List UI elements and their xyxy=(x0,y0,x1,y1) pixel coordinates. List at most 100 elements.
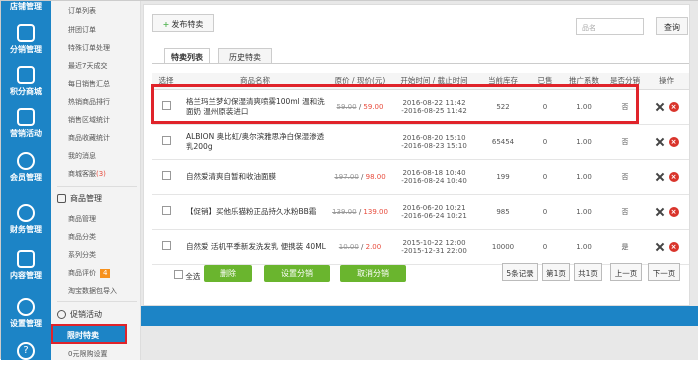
sub-nav: 订单列表 拼团订单 特殊订单处理 最近7天成交 每日销售汇总 热销商品排行 销售… xyxy=(51,1,141,360)
stock-cell: 985 xyxy=(478,194,528,230)
main-area: + 发布特卖 品名 查询 特卖列表 历史特卖 选择 商品名称 原价 / 现价(元)… xyxy=(141,1,698,360)
sold-cell: 0 xyxy=(528,229,562,265)
nav-help[interactable]: ? xyxy=(1,339,51,377)
factor-cell: 1.00 xyxy=(562,194,606,230)
edit-icon[interactable] xyxy=(655,172,665,182)
start-time: 2016-08-18 10:40 xyxy=(402,168,466,177)
current-price: 139.00 xyxy=(363,207,388,216)
end-time: -2016-08-23 15:10 xyxy=(401,141,467,150)
nav-finance[interactable]: 财务管理 xyxy=(1,201,51,239)
price-cell: 197.00 / 98.00 xyxy=(330,159,390,195)
edit-icon[interactable] xyxy=(655,137,665,147)
nav-label: 设置管理 xyxy=(10,319,42,328)
select-all[interactable]: 全选 xyxy=(174,270,200,282)
row-checkbox[interactable] xyxy=(161,171,171,180)
table-row: 自然爱 活机平季新发洗发乳 便携装 40ML 10.00 / 2.00 2015… xyxy=(152,229,689,265)
subnav-item-shop-service[interactable]: 商城客服(3) xyxy=(68,169,106,179)
subnav-item[interactable]: 每日销售汇总 xyxy=(68,79,110,89)
nav-label: 会员管理 xyxy=(10,173,42,182)
subnav-item[interactable]: 特殊订单处理 xyxy=(68,43,110,53)
time-cell: 2015-10-22 12:00 -2015-12-31 22:00 xyxy=(390,229,478,265)
group-title: 促销活动 xyxy=(70,310,102,319)
actions-cell: × xyxy=(644,159,689,195)
subnav-item[interactable]: 商品收藏统计 xyxy=(68,133,110,143)
subnav-item[interactable]: 销售区域统计 xyxy=(68,115,110,125)
group-promotion[interactable]: 促销活动 xyxy=(57,309,102,320)
subnav-item-flash-sale-active[interactable]: 限时特卖 xyxy=(51,324,127,344)
distribution-cell: 否 xyxy=(606,124,644,160)
edit-icon[interactable] xyxy=(655,242,665,252)
search-input[interactable]: 品名 xyxy=(576,18,644,35)
nav-content[interactable]: 内容管理 xyxy=(1,247,51,285)
time-cell: 2016-08-20 15:10 -2016-08-23 15:10 xyxy=(390,124,478,160)
set-distribution-button[interactable]: 设置分销 xyxy=(264,265,330,282)
group-goods-manage[interactable]: 商品管理 xyxy=(57,193,102,204)
tab-sale-history[interactable]: 历史特卖 xyxy=(218,48,272,64)
page-first-button[interactable]: 第1页 xyxy=(542,263,570,281)
start-time: 2015-10-22 12:00 xyxy=(402,238,466,247)
stock-cell: 10000 xyxy=(478,229,528,265)
subnav-item[interactable]: 系列分类 xyxy=(68,250,96,260)
nav-label: 财务管理 xyxy=(10,225,42,234)
end-time: -2015-12-31 22:00 xyxy=(401,246,467,255)
select-all-checkbox[interactable] xyxy=(174,270,183,279)
actions-cell: × xyxy=(644,124,689,160)
subnav-item[interactable]: 订单列表 xyxy=(68,6,96,16)
actions-cell: × xyxy=(644,229,689,265)
nav-members[interactable]: 会员管理 xyxy=(1,149,51,187)
subnav-item[interactable]: 淘宝数据包导入 xyxy=(68,286,117,296)
subnav-item[interactable]: 最近7天成交 xyxy=(68,61,107,71)
factor-cell: 1.00 xyxy=(562,229,606,265)
next-page-button[interactable]: 下一页 xyxy=(648,263,680,281)
row-checkbox[interactable] xyxy=(161,241,171,250)
end-time: -2016-08-24 10:40 xyxy=(401,176,467,185)
actions-cell: × xyxy=(644,89,689,125)
row-checkbox[interactable] xyxy=(161,136,171,145)
yen-icon xyxy=(17,204,35,222)
nav-shop-manage[interactable]: 店铺管理 xyxy=(1,1,51,15)
nav-points-mall[interactable]: 积分商城 xyxy=(1,63,51,101)
nav-distribution[interactable]: 分销管理 xyxy=(1,21,51,59)
stock-cell: 65454 xyxy=(478,124,528,160)
prev-page-button[interactable]: 上一页 xyxy=(610,263,642,281)
delete-icon[interactable]: × xyxy=(668,241,679,252)
subnav-item[interactable]: 我的消息 xyxy=(68,151,96,161)
nav-settings[interactable]: 设置管理 xyxy=(1,295,51,333)
edit-icon[interactable] xyxy=(655,102,665,112)
distribution-cell: 否 xyxy=(606,194,644,230)
subnav-item[interactable]: 拼团订单 xyxy=(68,25,96,35)
delete-button[interactable]: 删除 xyxy=(204,265,252,282)
publish-button[interactable]: + 发布特卖 xyxy=(152,14,214,32)
subnav-item[interactable]: 商品分类 xyxy=(68,232,96,242)
share-icon xyxy=(17,24,35,42)
subnav-item[interactable]: 商品管理 xyxy=(68,214,96,224)
subnav-label: 商品评价 xyxy=(68,269,96,277)
plus-icon: + xyxy=(162,20,170,29)
table-row: 自然爱清爽自暂和收油面膜 197.00 / 98.00 2016-08-18 1… xyxy=(152,159,689,195)
table-row: ALBION 奥比虹/奥尔滨雅思净白保湿渗透乳200g 2016-08-20 1… xyxy=(152,124,689,160)
subnav-item[interactable]: 0元限购设置 xyxy=(68,349,107,359)
delete-icon[interactable]: × xyxy=(668,171,679,182)
cancel-distribution-button[interactable]: 取消分销 xyxy=(340,265,406,282)
subnav-count: (3) xyxy=(96,170,106,178)
start-time: 2016-06-20 10:21 xyxy=(402,203,466,212)
gear-icon xyxy=(17,298,35,316)
delete-icon[interactable]: × xyxy=(668,101,679,112)
subnav-item-reviews[interactable]: 商品评价 4 xyxy=(68,268,111,278)
edit-icon[interactable] xyxy=(655,207,665,217)
delete-icon[interactable]: × xyxy=(668,136,679,147)
price-cell: 10.00 / 2.00 xyxy=(330,229,390,265)
row-checkbox[interactable] xyxy=(161,206,171,215)
highlight-box xyxy=(151,84,639,124)
factor-cell: 1.00 xyxy=(562,124,606,160)
subnav-item[interactable]: 热销商品排行 xyxy=(68,97,110,107)
delete-icon[interactable]: × xyxy=(668,206,679,217)
divider xyxy=(152,63,689,64)
publish-label: 发布特卖 xyxy=(171,20,204,29)
tab-sale-list[interactable]: 特卖列表 xyxy=(164,48,210,64)
divider xyxy=(57,301,137,302)
time-cell: 2016-08-18 10:40 -2016-08-24 10:40 xyxy=(390,159,478,195)
nav-marketing[interactable]: 营销活动 xyxy=(1,105,51,143)
content-panel: + 发布特卖 品名 查询 特卖列表 历史特卖 选择 商品名称 原价 / 现价(元)… xyxy=(143,4,690,306)
query-button[interactable]: 查询 xyxy=(656,17,688,35)
